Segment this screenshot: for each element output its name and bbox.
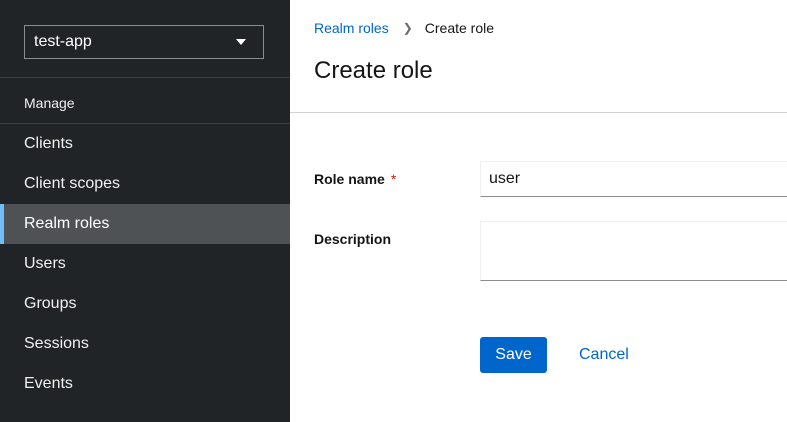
sidebar-item-groups[interactable]: Groups bbox=[0, 284, 290, 324]
cancel-button[interactable]: Cancel bbox=[579, 337, 629, 373]
sidebar: test-app Manage Clients Client scopes Re… bbox=[0, 0, 290, 422]
nav-section-title: Manage bbox=[24, 95, 75, 111]
breadcrumb: Realm roles ❯ Create role bbox=[314, 20, 494, 36]
page-title: Create role bbox=[314, 57, 433, 84]
required-marker: * bbox=[390, 171, 397, 187]
divider bbox=[290, 112, 787, 113]
description-label: Description bbox=[314, 231, 392, 247]
description-textarea[interactable] bbox=[480, 221, 787, 281]
caret-down-icon bbox=[236, 39, 246, 45]
sidebar-item-realm-roles[interactable]: Realm roles bbox=[0, 204, 290, 244]
main-content: Realm roles ❯ Create role Create role Ro… bbox=[290, 0, 787, 422]
realm-selector[interactable]: test-app bbox=[24, 25, 264, 59]
breadcrumb-current: Create role bbox=[424, 20, 495, 36]
sidebar-item-clients[interactable]: Clients bbox=[0, 124, 290, 164]
sidebar-item-client-scopes[interactable]: Client scopes bbox=[0, 164, 290, 204]
sidebar-item-events[interactable]: Events bbox=[0, 364, 290, 404]
save-button[interactable]: Save bbox=[480, 337, 547, 373]
realm-selector-value: test-app bbox=[34, 33, 92, 50]
divider bbox=[0, 77, 290, 78]
breadcrumb-link-realm-roles[interactable]: Realm roles bbox=[314, 20, 389, 36]
role-name-label: Role name * bbox=[314, 171, 396, 187]
role-name-label-text: Role name bbox=[314, 171, 385, 187]
sidebar-item-users[interactable]: Users bbox=[0, 244, 290, 284]
role-name-input[interactable] bbox=[480, 161, 787, 197]
sidebar-item-sessions[interactable]: Sessions bbox=[0, 324, 290, 364]
nav-list: Clients Client scopes Realm roles Users … bbox=[0, 124, 290, 404]
chevron-right-icon: ❯ bbox=[402, 21, 413, 35]
